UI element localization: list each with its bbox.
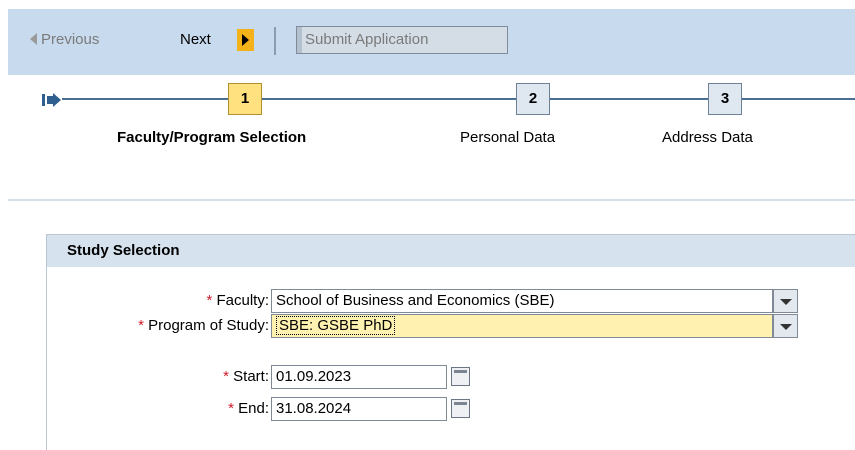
end-date-input[interactable]: 31.08.2024 (271, 397, 447, 421)
submit-button-edge (297, 27, 302, 53)
end-calendar-icon[interactable] (451, 399, 470, 418)
required-marker: * (223, 368, 229, 385)
step-2-label[interactable]: Personal Data (460, 129, 555, 146)
calendar-header (454, 370, 467, 373)
study-selection-panel: Study Selection * Faculty: School of Bus… (46, 234, 855, 450)
roadmap: 1 Faculty/Program Selection 2 Personal D… (8, 75, 855, 200)
required-marker: * (206, 292, 213, 309)
submit-application-label: Submit Application (305, 31, 429, 48)
next-arrow-button[interactable] (237, 29, 254, 51)
required-marker: * (138, 317, 144, 334)
step-3-label[interactable]: Address Data (662, 129, 753, 146)
start-label: * Start: (223, 368, 269, 385)
roadmap-divider (8, 199, 855, 201)
faculty-label-cell: * Faculty: (47, 289, 269, 313)
end-label-cell: * End: (47, 397, 269, 421)
program-label-text: Program of Study: (148, 317, 269, 334)
top-spacer (0, 0, 855, 9)
faculty-value: School of Business and Economics (SBE) (276, 292, 555, 309)
required-marker: * (228, 400, 234, 417)
end-label: * End: (228, 400, 269, 417)
end-value: 31.08.2024 (276, 400, 352, 417)
start-label-cell: * Start: (47, 365, 269, 389)
faculty-dropdown-button[interactable] (773, 289, 798, 313)
roadmap-start-icon (42, 93, 61, 107)
start-value: 01.09.2023 (276, 368, 352, 385)
faculty-label: * Faculty: (206, 292, 269, 309)
faculty-label-text: Faculty: (216, 292, 269, 309)
end-label-text: End: (238, 400, 269, 417)
calendar-header (454, 402, 467, 405)
toolbar: Previous Next Submit Application (8, 9, 855, 75)
start-label-text: Start: (233, 368, 269, 385)
step-3-box[interactable]: 3 (708, 83, 742, 115)
next-button[interactable]: Next (180, 27, 211, 53)
program-label: * Program of Study: (138, 317, 269, 334)
previous-button[interactable]: Previous (41, 27, 99, 53)
roadmap-connector (742, 98, 855, 100)
submit-application-button[interactable]: Submit Application (296, 26, 508, 54)
roadmap-connector (262, 98, 516, 100)
chevron-down-icon (780, 324, 792, 330)
start-date-input[interactable]: 01.09.2023 (271, 365, 447, 389)
roadmap-connector (550, 98, 708, 100)
previous-arrow-icon[interactable] (30, 33, 37, 45)
step-2-box[interactable]: 2 (516, 83, 550, 115)
step-1-box[interactable]: 1 (228, 83, 262, 115)
next-arrow-icon (242, 34, 249, 46)
chevron-down-icon (780, 299, 792, 305)
program-label-cell: * Program of Study: (47, 314, 269, 338)
roadmap-connector (62, 98, 228, 100)
program-value: SBE: GSBE PhD (276, 316, 396, 335)
panel-header: Study Selection (47, 234, 855, 267)
program-of-study-select[interactable]: SBE: GSBE PhD (271, 314, 773, 338)
program-dropdown-button[interactable] (773, 314, 798, 338)
step-1-label[interactable]: Faculty/Program Selection (117, 129, 306, 146)
faculty-select[interactable]: School of Business and Economics (SBE) (271, 289, 773, 313)
panel-title: Study Selection (67, 242, 180, 259)
start-calendar-icon[interactable] (451, 367, 470, 386)
toolbar-separator (274, 27, 276, 55)
